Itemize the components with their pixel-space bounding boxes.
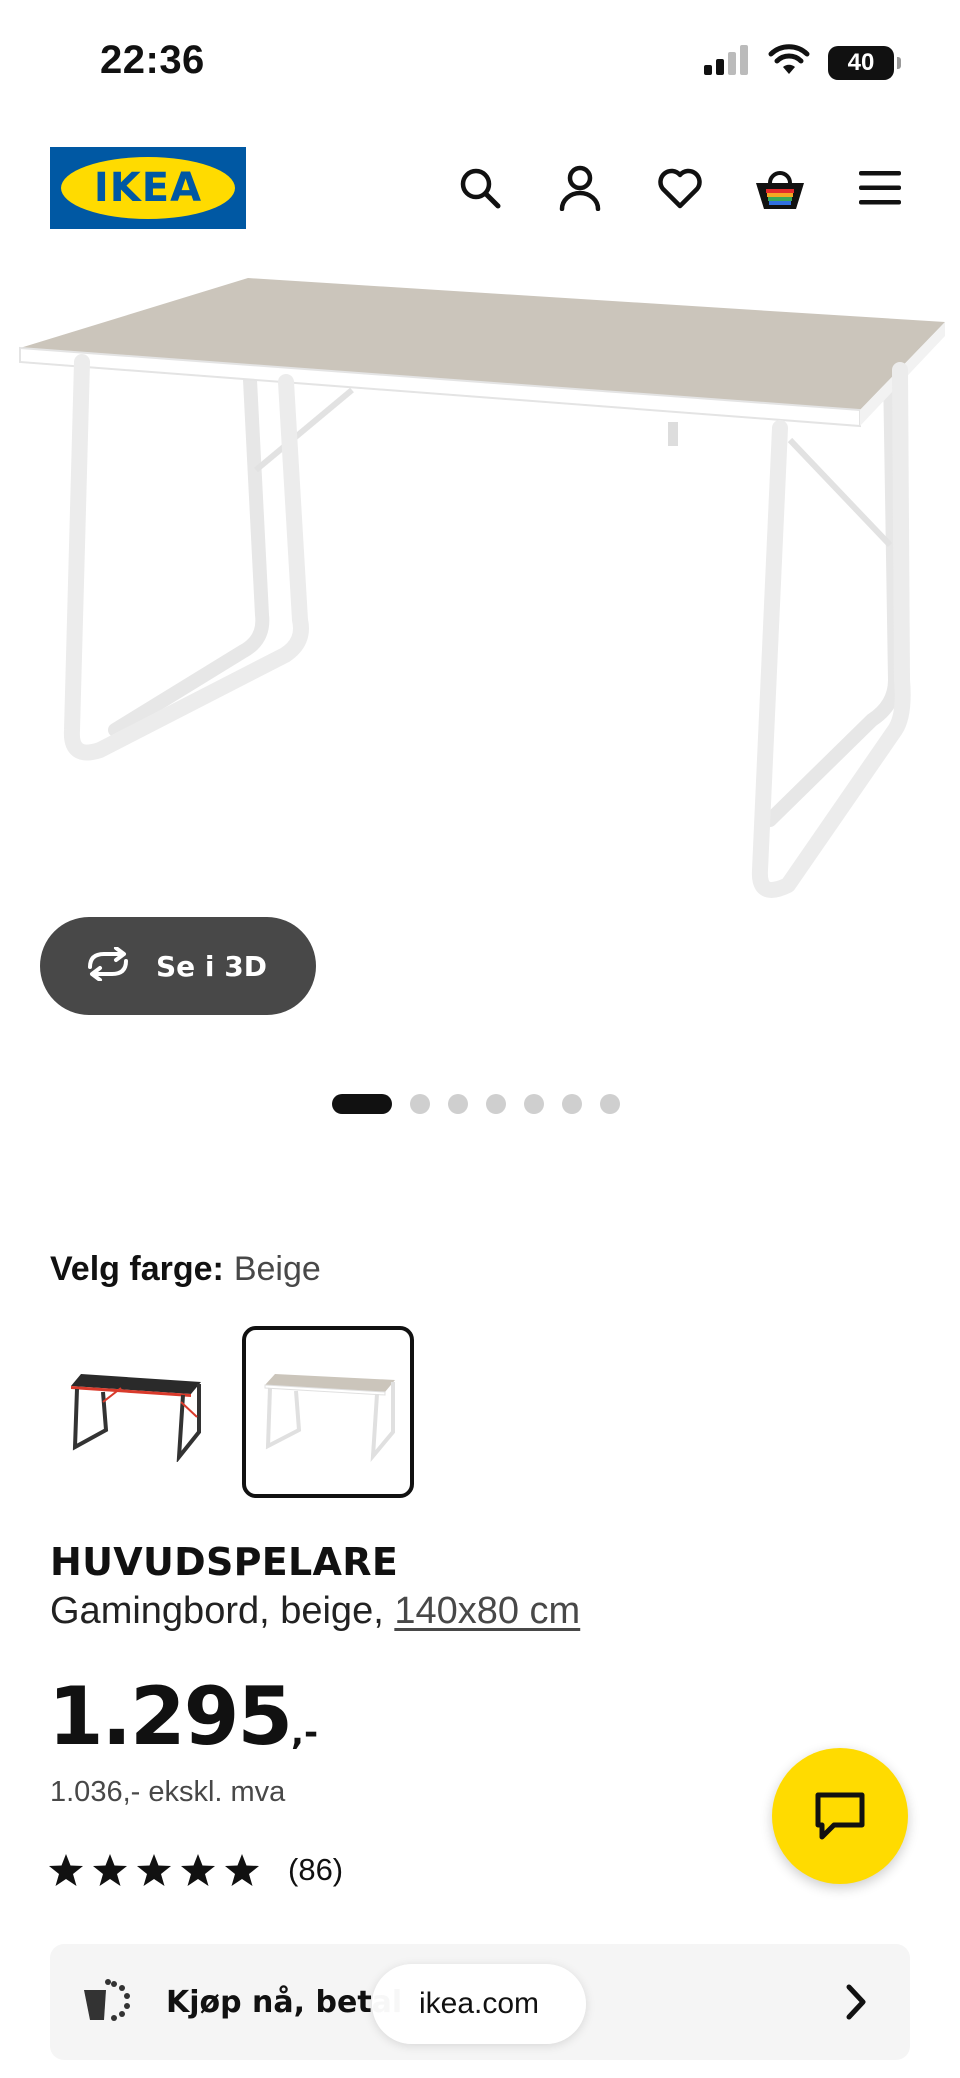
site-header: IKEA [0,140,960,236]
status-icons: 40 [704,44,901,81]
product-description: Gamingbord, beige, 140x80 cm [50,1590,580,1633]
review-count: (86) [288,1852,344,1887]
product-name: HUVUDSPELARE [50,1540,399,1584]
size-link[interactable]: 140x80 cm [394,1590,580,1632]
carousel-dot[interactable] [448,1094,468,1114]
shopping-bag-icon [82,1978,132,2027]
star-icon [93,1854,127,1886]
price-value: 1.295 [48,1670,293,1763]
battery-indicator: 40 [828,45,901,80]
product-description-text: Gamingbord, beige, [50,1590,384,1632]
status-time: 22:36 [100,38,205,82]
view-3d-label: Se i 3D [156,949,267,983]
star-icon [49,1854,83,1886]
pay-banner-text: Kjøp nå, betal [166,1984,403,2020]
account-icon[interactable] [552,160,608,216]
carousel-dot[interactable] [524,1094,544,1114]
basket-icon[interactable] [752,160,808,216]
star-icon [181,1854,215,1886]
rating-stars [48,1853,260,1887]
star-icon [137,1854,171,1886]
carousel-dot[interactable] [332,1094,392,1114]
carousel-dot[interactable] [410,1094,430,1114]
menu-icon[interactable] [852,160,908,216]
price-suffix: ,- [291,1713,319,1753]
browser-address-bar[interactable]: ikea.com [372,1964,586,2044]
wifi-icon [768,44,810,81]
color-value: Beige [233,1250,321,1288]
color-swatch-beige[interactable] [242,1326,414,1498]
chevron-right-icon [844,1982,868,2027]
color-label-text: Velg farge: [50,1250,224,1288]
color-swatch-black-red[interactable] [50,1326,222,1498]
carousel-dots [332,1094,620,1114]
product-rating[interactable]: (86) [48,1852,343,1888]
carousel-dot[interactable] [562,1094,582,1114]
search-icon[interactable] [452,160,508,216]
product-price: 1.295,- [48,1670,318,1763]
carousel-dot[interactable] [486,1094,506,1114]
signal-icon [704,45,750,80]
status-bar: 22:36 40 [0,0,960,120]
rotate-3d-icon [82,945,134,986]
ikea-logo[interactable]: IKEA [50,147,246,229]
heart-icon[interactable] [652,160,708,216]
product-image[interactable] [0,260,960,920]
carousel-dot[interactable] [600,1094,620,1114]
price-excl-vat: 1.036,- ekskl. mva [50,1776,286,1808]
chat-button[interactable] [772,1748,908,1884]
logo-text: IKEA [93,165,203,211]
logo-oval: IKEA [61,157,235,219]
color-selection-label: Velg farge: Beige [50,1250,321,1289]
view-3d-button[interactable]: Se i 3D [40,917,316,1015]
star-icon [225,1854,259,1886]
header-nav [452,160,908,216]
chat-icon [815,1792,865,1840]
